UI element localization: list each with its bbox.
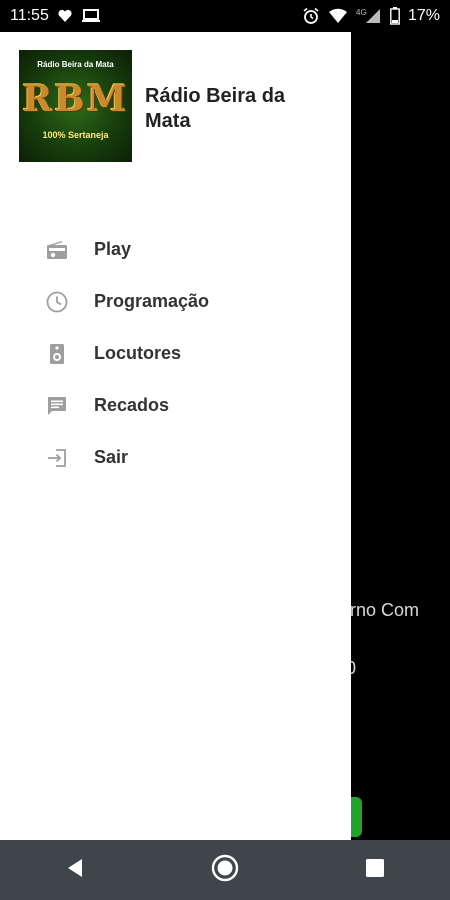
logo-top-text: Rádio Beira da Mata — [37, 60, 114, 69]
radio-icon — [45, 238, 69, 262]
laptop-icon — [81, 8, 101, 24]
battery-icon — [390, 7, 400, 25]
signal-icon: 4G — [356, 8, 382, 24]
speaker-icon — [45, 342, 69, 366]
menu-item-sair[interactable]: Sair — [0, 432, 351, 484]
app-logo: Rádio Beira da Mata RBM 100% Sertaneja — [19, 50, 132, 162]
back-icon — [64, 857, 86, 884]
status-time: 11:55 — [10, 7, 49, 24]
home-button[interactable] — [195, 840, 255, 900]
menu-label-sair: Sair — [94, 447, 129, 467]
menu-label-recados: Recados — [94, 395, 170, 415]
battery-percent: 17% — [407, 7, 440, 24]
clock-icon — [45, 290, 69, 314]
menu-label-play: Play — [94, 239, 132, 259]
drawer-header: Rádio Beira da Mata RBM 100% Sertaneja R… — [0, 32, 351, 192]
network-type: 4G — [356, 8, 367, 17]
background-text-1: erno Com — [340, 600, 420, 620]
status-right: 4G 17% — [302, 7, 440, 25]
exit-icon — [45, 446, 69, 470]
menu-item-programacao[interactable]: Programação — [0, 276, 351, 328]
heart-notification-icon — [57, 8, 73, 24]
status-left: 11:55 — [10, 7, 101, 25]
navigation-drawer: Rádio Beira da Mata RBM 100% Sertaneja R… — [0, 32, 351, 840]
recents-button[interactable] — [345, 840, 405, 900]
alarm-icon — [302, 7, 320, 25]
back-button[interactable] — [45, 840, 105, 900]
app-title: Rádio Beira da Mata — [145, 85, 286, 132]
logo-main-text: RBM — [22, 78, 129, 120]
wifi-icon — [328, 8, 348, 24]
logo-bottom-text: 100% Sertaneja — [42, 130, 109, 140]
drawer-menu: Play Programação Locutores Recados Sair — [0, 224, 351, 484]
menu-label-locutores: Locutores — [94, 343, 182, 363]
menu-item-locutores[interactable]: Locutores — [0, 328, 351, 380]
message-icon — [45, 394, 69, 418]
navigation-bar — [0, 840, 450, 900]
recents-icon — [364, 857, 386, 884]
menu-item-play[interactable]: Play — [0, 224, 351, 276]
menu-label-programacao: Programação — [94, 291, 210, 311]
menu-item-recados[interactable]: Recados — [0, 380, 351, 432]
status-bar: 11:55 4G 17% — [0, 0, 450, 32]
home-icon — [210, 853, 240, 888]
